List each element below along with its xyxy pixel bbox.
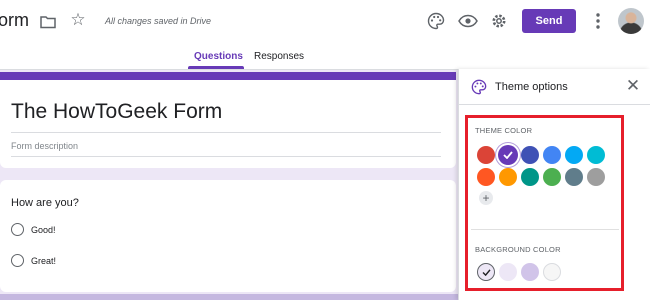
radio-button[interactable] — [11, 254, 24, 267]
gear-icon[interactable] — [488, 10, 510, 32]
title-underline — [11, 132, 441, 133]
panel-title: Theme options — [495, 81, 568, 93]
background-color-swatch[interactable] — [521, 263, 539, 281]
option-label: Good! — [31, 224, 56, 235]
next-card-edge — [0, 294, 458, 300]
add-color-button[interactable]: + — [479, 191, 493, 205]
check-icon — [503, 151, 513, 159]
tab-questions[interactable]: Questions — [194, 51, 243, 62]
radio-button[interactable] — [11, 223, 24, 236]
theme-color-swatch[interactable] — [477, 146, 495, 164]
top-bar: orm ☆ All changes saved in Drive Send — [0, 0, 650, 44]
theme-color-swatch[interactable] — [565, 146, 583, 164]
description-underline — [11, 156, 441, 157]
save-status: All changes saved in Drive — [105, 16, 212, 26]
theme-color-swatch[interactable] — [543, 168, 561, 186]
background-color-label: BACKGROUND COLOR — [475, 245, 561, 254]
check-icon — [482, 268, 491, 276]
form-title[interactable]: The HowToGeek Form — [11, 100, 222, 124]
theme-color-swatch[interactable] — [543, 146, 561, 164]
background-color-swatch[interactable] — [499, 263, 517, 281]
panel-header: Theme options ✕ — [459, 69, 650, 105]
theme-color-swatch[interactable] — [587, 168, 605, 186]
form-description-field[interactable]: Form description — [11, 141, 78, 151]
eye-icon[interactable] — [457, 10, 479, 32]
radio-option[interactable]: Great! — [11, 254, 56, 267]
background-color-swatch[interactable] — [543, 263, 561, 281]
avatar[interactable] — [618, 8, 644, 34]
form-title-card: The HowToGeek Form Form description — [0, 72, 456, 168]
theme-color-swatch[interactable] — [521, 146, 539, 164]
theme-color-swatch[interactable] — [477, 168, 495, 186]
radio-option[interactable]: Good! — [11, 223, 56, 236]
theme-color-swatch[interactable] — [565, 168, 583, 186]
folder-icon[interactable] — [38, 12, 58, 32]
app-title: orm — [0, 10, 29, 30]
send-button[interactable]: Send — [522, 9, 576, 33]
tab-responses[interactable]: Responses — [254, 51, 304, 62]
palette-icon[interactable] — [425, 10, 447, 32]
theme-color-swatch[interactable] — [587, 146, 605, 164]
star-icon[interactable]: ☆ — [68, 10, 88, 30]
more-vert-icon[interactable] — [588, 10, 608, 32]
theme-color-swatch[interactable] — [498, 145, 518, 165]
form-canvas: The HowToGeek Form Form description How … — [0, 69, 458, 300]
theme-color-label: THEME COLOR — [475, 126, 533, 135]
question-card[interactable]: How are you? Good! Great! — [0, 180, 456, 292]
theme-color-swatch[interactable] — [499, 168, 517, 186]
option-label: Great! — [31, 255, 57, 266]
theme-options-panel: Theme options ✕ THEME COLOR + BACKGROUND… — [458, 69, 650, 300]
panel-divider — [471, 229, 619, 230]
question-title: How are you? — [11, 197, 79, 209]
theme-color-swatch[interactable] — [521, 168, 539, 186]
background-color-swatch[interactable] — [477, 263, 495, 281]
close-icon[interactable]: ✕ — [625, 77, 641, 94]
palette-icon — [471, 79, 487, 95]
